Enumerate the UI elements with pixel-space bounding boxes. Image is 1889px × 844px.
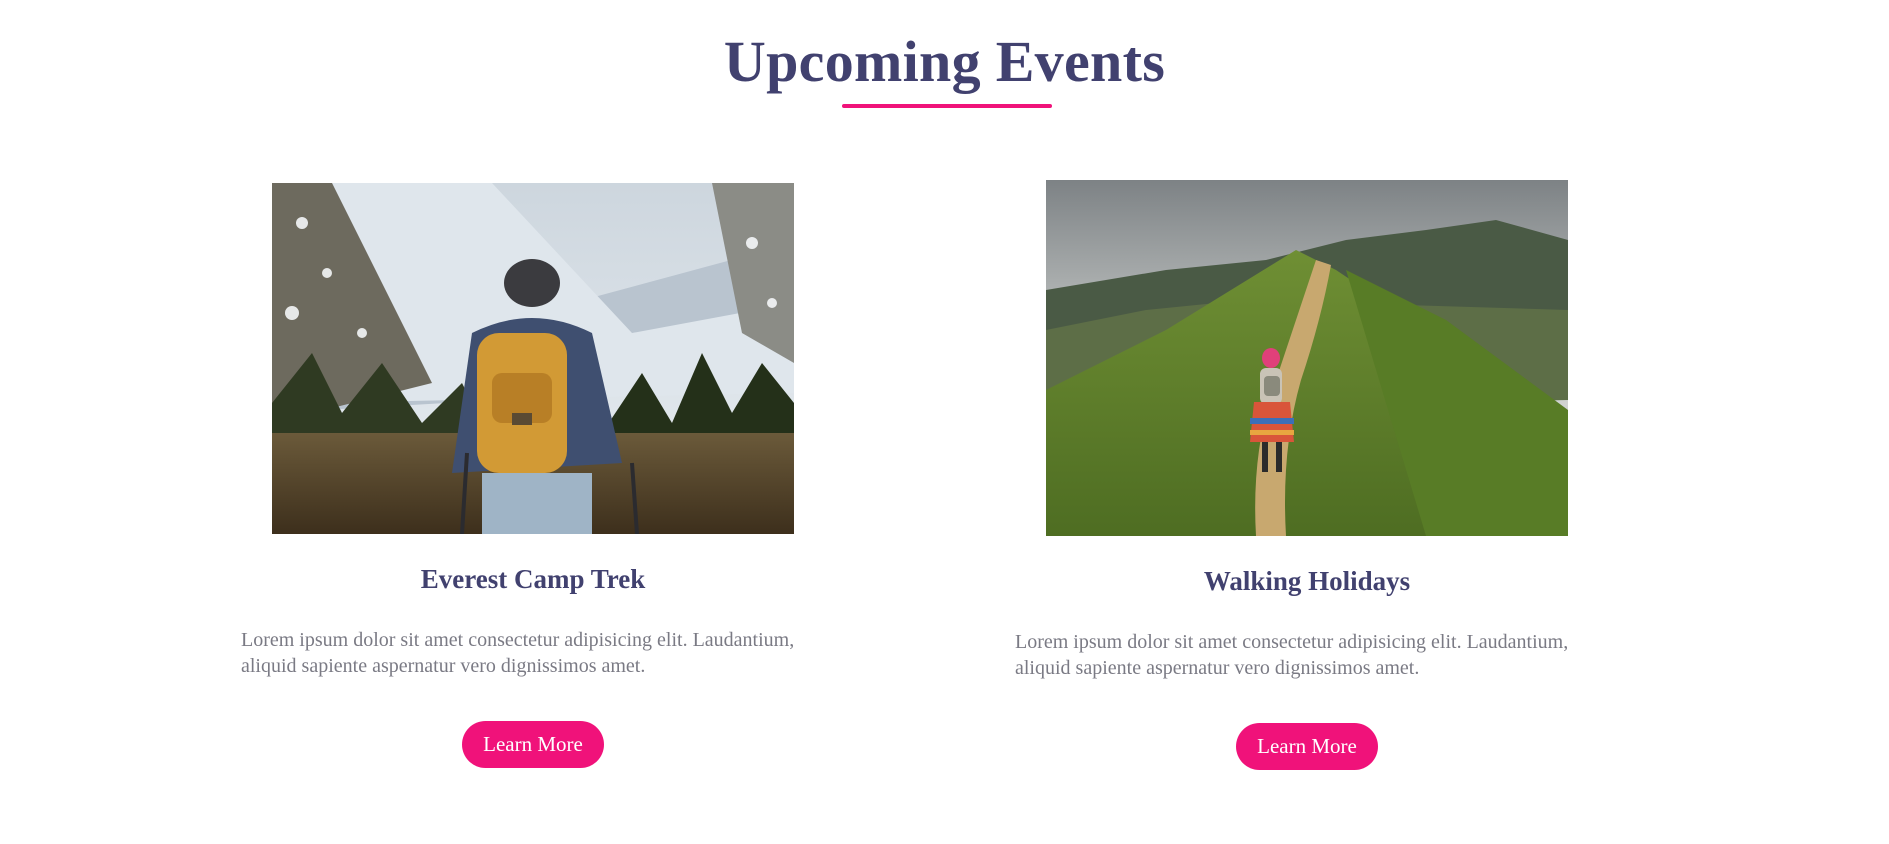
title-underline [842, 104, 1052, 108]
event-card: Walking Holidays Lorem ipsum dolor sit a… [1015, 180, 1599, 770]
section-title: Upcoming Events [723, 29, 1166, 94]
learn-more-button[interactable]: Learn More [1236, 723, 1378, 770]
event-title: Everest Camp Trek [420, 564, 646, 594]
event-description: Lorem ipsum dolor sit amet consectetur a… [1015, 631, 1569, 679]
event-title: Walking Holidays [1203, 566, 1411, 596]
event-image-hiker [272, 183, 794, 534]
event-card: Everest Camp Trek Lorem ipsum dolor sit … [241, 183, 825, 768]
event-image-ridge-walker [1046, 180, 1568, 536]
learn-more-button[interactable]: Learn More [462, 721, 604, 768]
event-description: Lorem ipsum dolor sit amet consectetur a… [241, 629, 795, 677]
